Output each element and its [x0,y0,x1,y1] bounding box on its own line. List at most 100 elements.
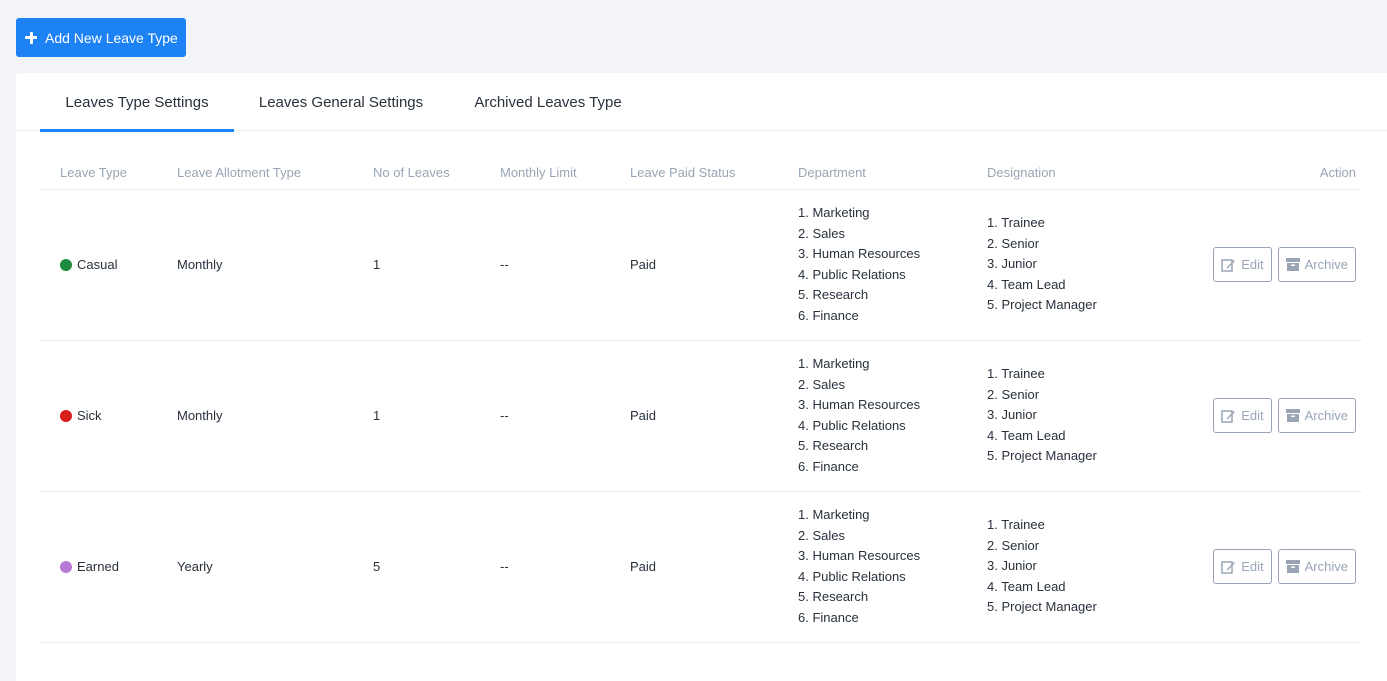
no-of-leaves: 1 [373,189,500,341]
edit-label: Edit [1241,559,1264,574]
archive-label: Archive [1304,408,1348,423]
list-item: 3. Junior [987,558,1037,574]
header-leave-allotment-type: Leave Allotment Type [177,156,373,190]
no-of-leaves: 1 [373,340,500,492]
list-item: 1. Marketing [798,507,870,522]
table-row: Earned Yearly 5 -- Paid 1. Marketing 2. S… [40,491,1362,643]
tab-leaves-type-settings[interactable]: Leaves Type Settings [40,73,234,132]
list-item: 2. Sales [798,376,845,392]
edit-label: Edit [1241,408,1264,423]
list-item: 5. Research [798,589,869,604]
list-item: 4. Team Lead [987,578,1066,594]
action-cell: Edit Archive [1177,189,1362,341]
list-item: 2. Senior [987,386,1040,402]
leave-type-name: Earned [77,559,119,574]
edit-label: Edit [1241,257,1264,272]
archive-label: Archive [1304,257,1348,272]
leave-type-name: Casual [77,257,118,272]
list-item: 5. Project Manager [987,448,1097,464]
header-monthly-limit: Monthly Limit [500,156,630,190]
list-item: 4. Team Lead [987,276,1066,292]
archive-icon [1285,560,1300,573]
edit-button[interactable]: Edit [1213,549,1272,584]
designation-cell: 1. Trainee 2. Senior 3. Junior 4. Team Lead… [987,491,1177,643]
archive-label: Archive [1304,559,1348,574]
leave-color-dot [60,409,72,422]
leave-type-cell: Earned [40,491,177,643]
list-item: 5. Research [798,438,869,453]
list-item: 4. Team Lead [987,427,1066,443]
list-item: 1. Marketing [798,356,870,371]
department-cell: 1. Marketing 2. Sales 3. Human Resources 4.… [798,340,987,492]
edit-button[interactable]: Edit [1213,398,1272,433]
tab-leaves-general-settings[interactable]: Leaves General Settings [234,73,448,131]
list-item: 5. Research [798,287,869,302]
leave-type-cell: Sick [40,340,177,492]
list-item: 4. Public Relations [798,568,906,584]
list-item: 3. Human Resources [798,397,921,412]
table-row: Casual Monthly 1 -- Paid 1. Marketing 2. … [40,189,1362,341]
allotment-type: Monthly [177,340,373,492]
edit-icon [1221,560,1236,574]
allotment-type: Monthly [177,189,373,341]
designation-list: 1. Trainee 2. Senior 3. Junior 4. Team Lead… [987,515,1177,618]
add-button-label: Add New Leave Type [45,29,178,46]
header-designation: Designation [987,156,1177,190]
archive-button[interactable]: Archive [1277,549,1356,584]
department-cell: 1. Marketing 2. Sales 3. Human Resources 4.… [798,491,987,643]
list-item: 3. Junior [987,407,1037,423]
designation-list: 1. Trainee 2. Senior 3. Junior 4. Team Lead… [987,364,1177,467]
edit-icon [1221,258,1236,272]
list-item: 4. Public Relations [798,266,906,282]
designation-list: 1. Trainee 2. Senior 3. Junior 4. Team Lead… [987,213,1177,316]
archive-icon [1285,409,1300,422]
list-item: 6. Finance [798,458,859,474]
list-item: 1. Trainee [987,215,1045,231]
header-no-of-leaves: No of Leaves [373,156,500,190]
list-item: 5. Project Manager [987,297,1097,313]
archive-icon [1285,258,1300,271]
list-item: 3. Human Resources [798,548,921,563]
edit-icon [1221,409,1236,423]
paid-status: Paid [630,189,798,341]
archive-button[interactable]: Archive [1277,247,1356,282]
list-item: 3. Human Resources [798,246,921,261]
settings-tabs: Leaves Type Settings Leaves General Sett… [16,73,1387,132]
header-action: Action [1177,156,1362,190]
header-leave-type: Leave Type [40,156,177,190]
list-item: 1. Trainee [987,366,1045,382]
plus-icon [25,31,37,44]
leave-type-cell: Casual [40,189,177,341]
list-item: 6. Finance [798,307,859,323]
monthly-limit: -- [500,340,630,492]
list-item: 2. Senior [987,537,1040,553]
designation-cell: 1. Trainee 2. Senior 3. Junior 4. Team Lead… [987,340,1177,492]
paid-status: Paid [630,491,798,643]
tab-archived-leaves-type[interactable]: Archived Leaves Type [448,73,648,131]
leave-types-table: Leave Type Leave Allotment Type No of Le… [40,156,1362,643]
department-list: 1. Marketing 2. Sales 3. Human Resources 4.… [798,203,987,326]
leave-color-dot [60,560,72,573]
allotment-type: Yearly [177,491,373,643]
department-list: 1. Marketing 2. Sales 3. Human Resources 4.… [798,505,987,628]
edit-button[interactable]: Edit [1213,247,1272,282]
header-leave-paid-status: Leave Paid Status [630,156,798,190]
list-item: 6. Finance [798,609,859,625]
leave-type-name: Sick [77,408,102,423]
archive-button[interactable]: Archive [1277,398,1356,433]
department-list: 1. Marketing 2. Sales 3. Human Resources 4.… [798,354,987,477]
list-item: 1. Marketing [798,205,870,220]
list-item: 5. Project Manager [987,599,1097,615]
add-new-leave-type-button[interactable]: Add New Leave Type [16,18,186,57]
list-item: 2. Senior [987,235,1040,251]
header-department: Department [798,156,987,190]
list-item: 1. Trainee [987,517,1045,533]
paid-status: Paid [630,340,798,492]
list-item: 2. Sales [798,225,845,241]
list-item: 4. Public Relations [798,417,906,433]
leave-color-dot [60,258,72,271]
action-cell: Edit Archive [1177,340,1362,492]
department-cell: 1. Marketing 2. Sales 3. Human Resources 4.… [798,189,987,341]
monthly-limit: -- [500,491,630,643]
leave-settings-card: Leaves Type Settings Leaves General Sett… [16,73,1387,681]
